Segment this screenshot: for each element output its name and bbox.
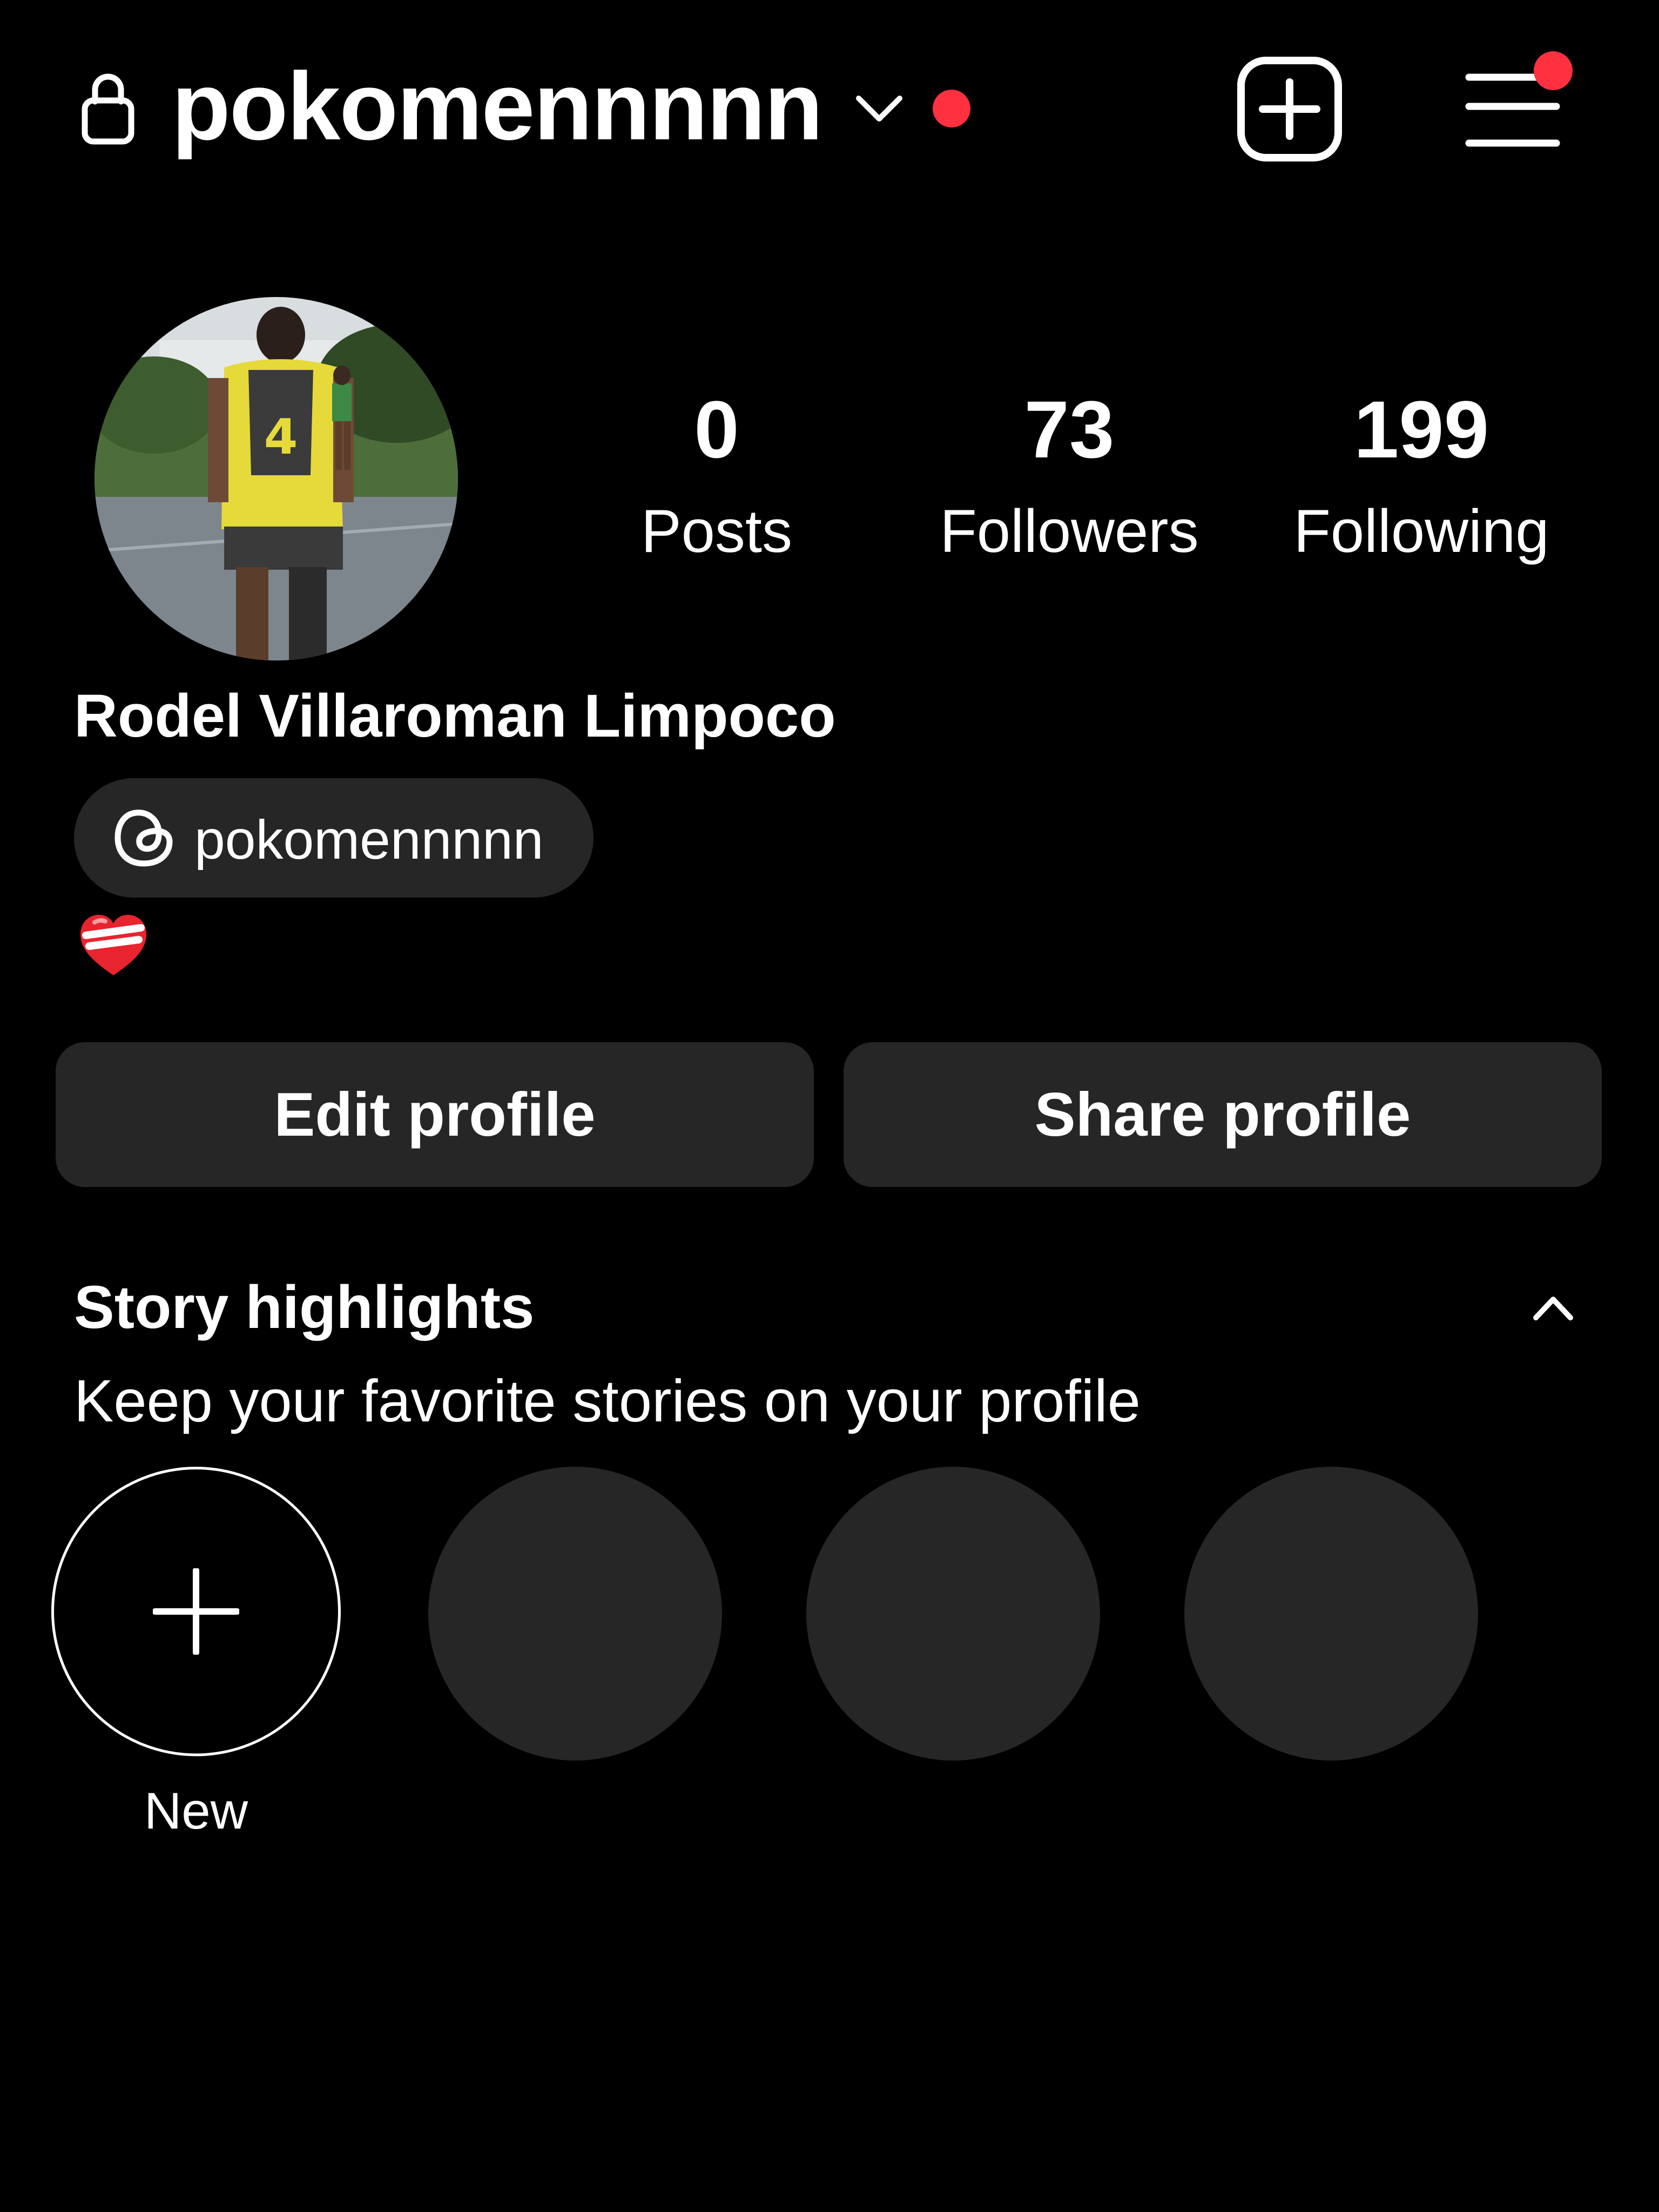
account-username[interactable]: pokomennnnn [172,58,823,154]
create-button[interactable] [1237,56,1343,162]
threads-icon [114,810,173,867]
story-highlights-subtitle: Keep your favorite stories on your profi… [74,1368,1141,1434]
edit-profile-button[interactable]: Edit profile [56,1042,814,1187]
posts-count[interactable]: 0 Posts [565,389,868,562]
highlight-placeholder [428,1467,722,1761]
svg-text:4: 4 [264,409,298,466]
share-profile-button[interactable]: Share profile [844,1042,1602,1187]
highlight-placeholder [806,1467,1100,1761]
chevron-down-icon[interactable] [854,93,904,125]
posts-label: Posts [640,497,793,565]
following-number: 199 [1353,384,1489,475]
heart-icon [80,915,146,975]
new-highlight-label: New [144,1782,248,1840]
avatar[interactable]: 4 [95,297,458,660]
posts-number: 0 [694,384,739,475]
profile-full-name: Rodel Villaroman Limpoco [74,682,836,750]
followers-label: Followers [940,497,1199,565]
following-count[interactable]: 199 Following [1270,389,1573,562]
followers-count[interactable]: 73 Followers [918,389,1220,562]
chevron-up-icon[interactable] [1532,1294,1575,1322]
plus-icon [153,1568,239,1655]
lock-icon [82,73,134,145]
threads-handle: pokomennnnn [194,809,544,871]
following-label: Following [1293,497,1549,565]
followers-number: 73 [1024,384,1115,475]
avatar-photo: 4 [95,297,458,660]
notification-dot [933,90,970,127]
story-highlights-title: Story highlights [74,1273,535,1341]
menu-notification-dot [1534,51,1573,90]
highlight-placeholder [1184,1467,1478,1761]
